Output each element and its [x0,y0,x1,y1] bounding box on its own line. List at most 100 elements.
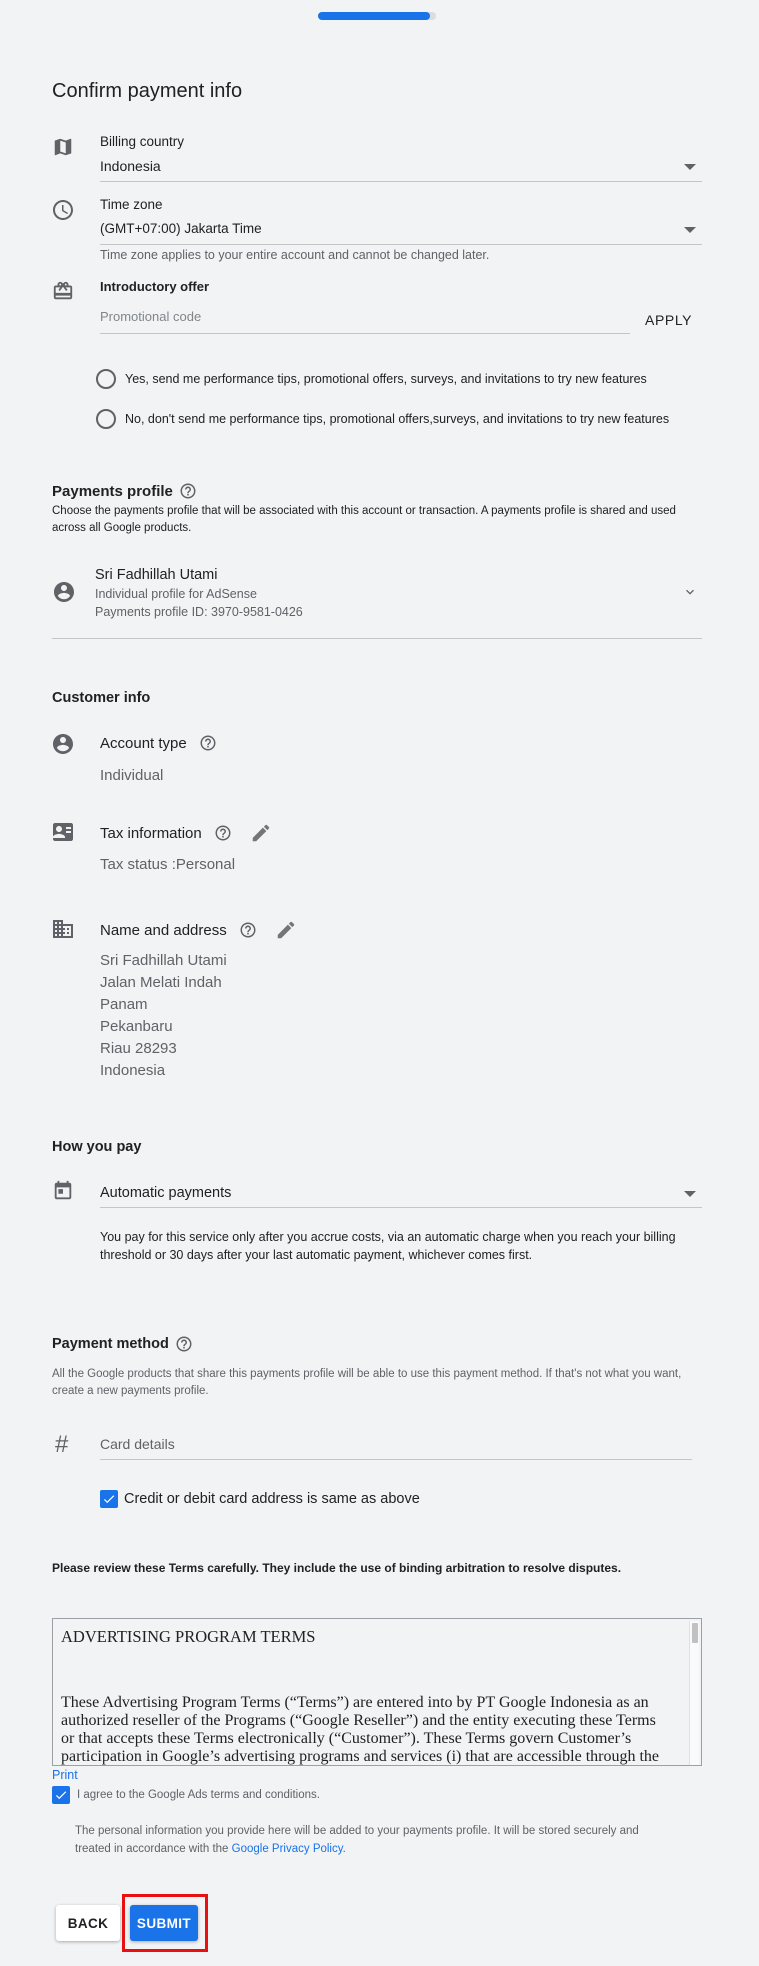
profile-type: Individual profile for AdSense [95,587,257,601]
time-zone-underline [100,244,702,245]
help-icon[interactable] [239,921,257,939]
billing-country-select[interactable]: Indonesia [100,154,702,182]
card-details-underline [100,1459,692,1460]
time-zone-label: Time zone [100,197,163,212]
scrollbar[interactable] [689,1621,699,1765]
help-icon[interactable] [214,824,232,842]
terms-content: ADVERTISING PROGRAM TERMS These Advertis… [53,1619,701,1766]
payment-method-header: Payment method [52,1335,193,1353]
agree-terms-checkbox-row[interactable]: I agree to the Google Ads terms and cond… [52,1786,320,1804]
billing-country-value: Indonesia [100,158,161,174]
business-icon [53,920,73,938]
address-line: Panam [100,996,148,1013]
privacy-end: . [342,1843,346,1855]
address-line: Riau 28293 [100,1040,177,1057]
calendar-icon [54,1180,72,1200]
tax-status-value: Personal [175,856,236,873]
clock-icon [53,200,73,220]
tax-info-label: Tax information [100,824,202,842]
account-circle-icon [53,734,73,754]
checkbox-checked[interactable] [100,1490,118,1508]
back-button[interactable]: BACK [56,1905,120,1941]
same-address-label: Credit or debit card address is same as … [124,1491,420,1507]
submit-button-label: SUBMIT [136,1915,192,1931]
billing-country-underline [100,181,702,182]
terms-body: These Advertising Program Terms (“Terms”… [61,1694,660,1765]
payment-method-description: All the Google products that share this … [52,1368,682,1397]
tax-status-label: Tax status : [100,856,176,873]
terms-scroll-box[interactable]: ADVERTISING PROGRAM TERMS These Advertis… [52,1618,702,1766]
radio-unselected[interactable] [96,409,116,429]
same-address-checkbox-row[interactable]: Credit or debit card address is same as … [100,1490,420,1508]
print-link[interactable]: Print [52,1768,78,1782]
payments-profile-description: Choose the payments profile that will be… [52,505,676,534]
address-line: Jalan Melati Indah [100,974,222,991]
account-type-label: Account type [100,734,187,752]
dropdown-arrow-icon [684,1191,696,1197]
account-circle-icon [54,582,74,602]
scrollbar-thumb[interactable] [692,1623,698,1643]
email-opt-in-no-label: No, don't send me performance tips, prom… [125,412,670,426]
address-line: Indonesia [100,1062,166,1079]
privacy-notice: The personal information you provide her… [75,1822,675,1858]
account-type-value: Individual [100,767,164,784]
help-icon[interactable] [175,1335,193,1353]
back-button-label: BACK [67,1915,109,1931]
help-icon[interactable] [179,482,197,500]
intro-offer-label: Introductory offer [100,279,210,294]
edit-icon[interactable] [250,822,272,844]
divider [52,638,702,639]
billing-country-label: Billing country [100,134,185,149]
payment-setting-underline [100,1207,702,1208]
payment-method-title: Payment method [52,1336,169,1352]
promo-code-input[interactable]: Promotional code [100,304,630,334]
email-opt-in-no-option[interactable]: No, don't send me performance tips, prom… [96,409,669,429]
card-details-input[interactable]: Card details [100,1432,692,1462]
profile-name: Sri Fadhillah Utami [95,567,218,583]
payment-setting-value: Automatic payments [100,1185,232,1201]
edit-icon[interactable] [275,919,297,941]
radio-unselected[interactable] [96,369,116,389]
promo-code-underline [100,333,630,334]
email-opt-in-yes-label: Yes, send me performance tips, promotion… [125,372,647,386]
payments-profile-title: Payments profile [52,482,173,500]
payments-profile-header: Payments profile [52,482,197,500]
dropdown-arrow-icon [684,227,696,233]
time-zone-note: Time zone applies to your entire account… [100,248,490,262]
time-zone-value: (GMT+07:00) Jakarta Time [100,221,262,236]
hash-icon: # [55,1431,69,1458]
submit-button[interactable]: SUBMIT [130,1905,198,1941]
contact-card-icon [53,823,73,841]
dropdown-arrow-icon [684,164,696,170]
payments-profile-selector[interactable]: Sri Fadhillah Utami Individual profile f… [52,560,702,640]
privacy-text: The personal information you provide her… [75,1825,639,1855]
how-you-pay-title: How you pay [52,1139,142,1155]
check-icon [55,1791,67,1800]
how-you-pay-description: You pay for this service only after you … [100,1230,676,1262]
privacy-policy-link[interactable]: Google Privacy Policy [232,1843,343,1855]
time-zone-select[interactable]: (GMT+07:00) Jakarta Time [100,217,702,245]
profile-id: Payments profile ID: 3970-9581-0426 [95,605,303,619]
customer-info-title: Customer info [52,690,151,706]
name-address-header: Name and address [100,919,297,941]
chevron-down-icon [686,589,694,595]
promo-code-placeholder: Promotional code [100,309,202,324]
account-type-header: Account type [100,734,217,752]
tax-status: Tax status :Personal [100,856,235,873]
payment-setting-select[interactable]: Automatic payments [100,1178,702,1208]
checkbox-checked[interactable] [52,1786,70,1804]
terms-notice: Please review these Terms carefully. The… [52,1561,622,1575]
progress-bar [318,12,436,20]
gift-card-icon [53,281,73,300]
card-details-placeholder: Card details [100,1436,175,1452]
help-icon[interactable] [199,734,217,752]
agree-terms-label: I agree to the Google Ads terms and cond… [77,1789,320,1801]
check-icon [103,1495,115,1504]
map-icon [54,138,72,156]
name-address-label: Name and address [100,921,227,939]
email-opt-in-yes-option[interactable]: Yes, send me performance tips, promotion… [96,369,647,389]
apply-button[interactable]: APPLY [645,312,692,328]
address-block: Sri Fadhillah Utami Jalan Melati Indah P… [100,950,227,1082]
page-title: Confirm payment info [52,80,243,102]
address-line: Pekanbaru [100,1018,173,1035]
